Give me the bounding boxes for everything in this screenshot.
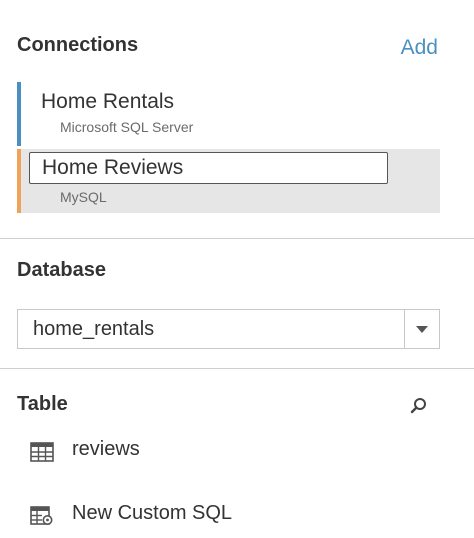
connections-heading: Connections bbox=[17, 34, 139, 56]
connection-type: MySQL bbox=[60, 189, 107, 205]
search-icon[interactable] bbox=[408, 395, 430, 417]
dropdown-separator bbox=[404, 310, 405, 348]
connection-type: Microsoft SQL Server bbox=[60, 119, 194, 135]
section-divider bbox=[0, 368, 474, 369]
database-heading: Database bbox=[17, 259, 106, 281]
add-connection-link[interactable]: Add bbox=[401, 36, 438, 60]
table-icon bbox=[30, 442, 54, 462]
connection-name: Home Rentals bbox=[41, 90, 175, 113]
custom-sql-icon bbox=[30, 506, 53, 525]
connection-color-bar bbox=[17, 82, 21, 146]
table-item-label: New Custom SQL bbox=[72, 502, 233, 524]
connection-color-bar bbox=[17, 149, 21, 213]
database-select-value: home_rentals bbox=[33, 318, 155, 340]
section-divider bbox=[0, 238, 474, 239]
database-select[interactable]: home_rentals bbox=[17, 309, 440, 349]
connection-name-input[interactable] bbox=[29, 152, 388, 184]
table-heading: Table bbox=[17, 393, 68, 415]
table-item-label: reviews bbox=[72, 438, 140, 460]
connection-item-home-reviews[interactable]: MySQL bbox=[17, 149, 440, 213]
chevron-down-icon[interactable] bbox=[416, 326, 428, 333]
connection-item-home-rentals[interactable]: Home Rentals Microsoft SQL Server bbox=[17, 82, 440, 146]
